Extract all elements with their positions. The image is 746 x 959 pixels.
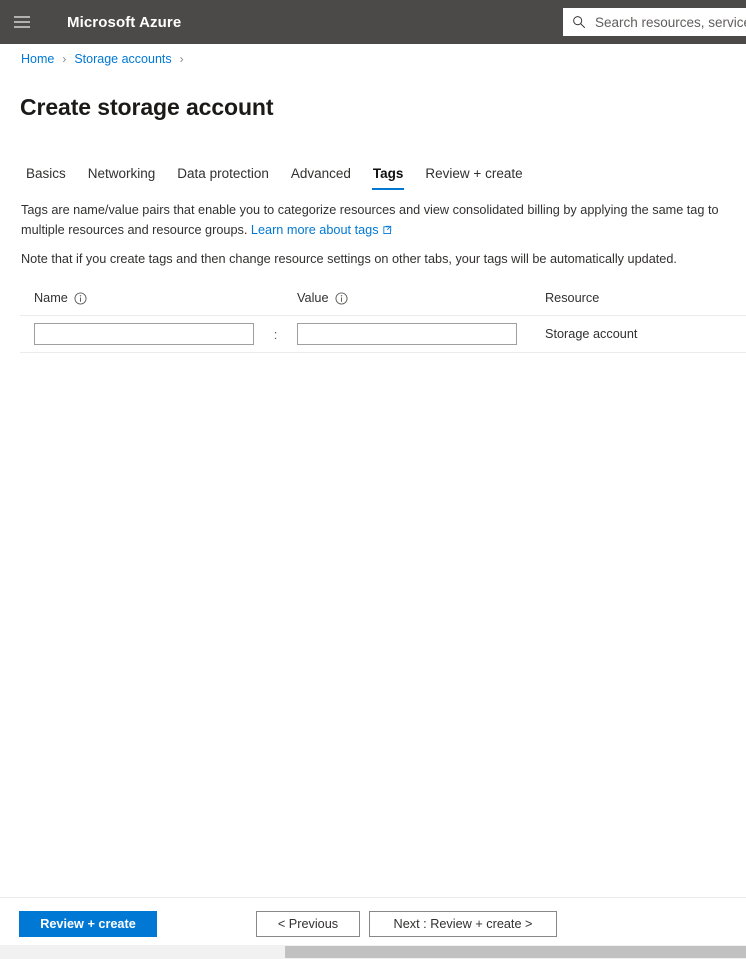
tab-basics[interactable]: Basics <box>20 166 77 190</box>
tag-pair-separator: : <box>273 326 278 342</box>
horizontal-scrollbar-thumb[interactable] <box>285 946 746 958</box>
external-link-icon <box>382 225 391 234</box>
search-icon <box>573 16 586 29</box>
name-info-icon[interactable] <box>74 291 87 305</box>
table-row: : Storage account <box>20 315 746 353</box>
hamburger-menu-icon[interactable] <box>0 0 44 44</box>
breadcrumb-item-storage-accounts[interactable]: Storage accounts <box>74 52 171 66</box>
learn-more-about-tags-link[interactable]: Learn more about tags <box>251 223 392 237</box>
search-input[interactable] <box>595 14 746 30</box>
horizontal-scrollbar[interactable] <box>0 945 746 959</box>
tag-value-input[interactable] <box>297 323 517 345</box>
top-header-bar: Microsoft Azure <box>0 0 746 44</box>
review-create-button[interactable]: Review + create <box>19 911 157 937</box>
breadcrumb-separator-icon: › <box>62 52 67 66</box>
tab-networking[interactable]: Networking <box>77 166 167 190</box>
tab-tags[interactable]: Tags <box>362 166 415 190</box>
tab-advanced[interactable]: Advanced <box>280 166 362 190</box>
column-header-value-label: Value <box>297 291 329 305</box>
tag-value-cell <box>283 323 531 345</box>
tags-table: Name Value Resource : Storage account <box>20 286 746 353</box>
tag-name-cell <box>20 323 268 345</box>
breadcrumb-item-home[interactable]: Home <box>21 52 54 66</box>
breadcrumb: Home › Storage accounts › <box>21 52 192 66</box>
tag-resource-cell: Storage account <box>545 327 638 341</box>
azure-brand-title[interactable]: Microsoft Azure <box>67 14 181 31</box>
tag-name-input[interactable] <box>34 323 254 345</box>
value-info-icon[interactable] <box>334 291 348 305</box>
tab-data-protection[interactable]: Data protection <box>166 166 280 190</box>
breadcrumb-separator-icon-trailing: › <box>179 52 184 66</box>
page-title: Create storage account <box>20 94 274 121</box>
next-review-create-button[interactable]: Next : Review + create > <box>369 911 557 937</box>
tab-review-create[interactable]: Review + create <box>414 166 533 190</box>
global-search-box[interactable] <box>563 8 746 36</box>
learn-more-label: Learn more about tags <box>250 223 379 237</box>
column-header-name: Name <box>20 291 268 305</box>
column-header-resource: Resource <box>545 291 600 305</box>
wizard-footer: Review + create < Previous Next : Review… <box>0 897 746 945</box>
wizard-tabs: Basics Networking Data protection Advanc… <box>20 160 534 190</box>
column-header-value: Value <box>283 291 531 305</box>
tags-note-paragraph: Note that if you create tags and then ch… <box>21 252 677 266</box>
column-header-name-label: Name <box>34 291 68 305</box>
tags-table-header-row: Name Value Resource <box>20 286 746 310</box>
tags-description-paragraph: Tags are name/value pairs that enable yo… <box>21 200 733 240</box>
previous-button[interactable]: < Previous <box>256 911 360 937</box>
